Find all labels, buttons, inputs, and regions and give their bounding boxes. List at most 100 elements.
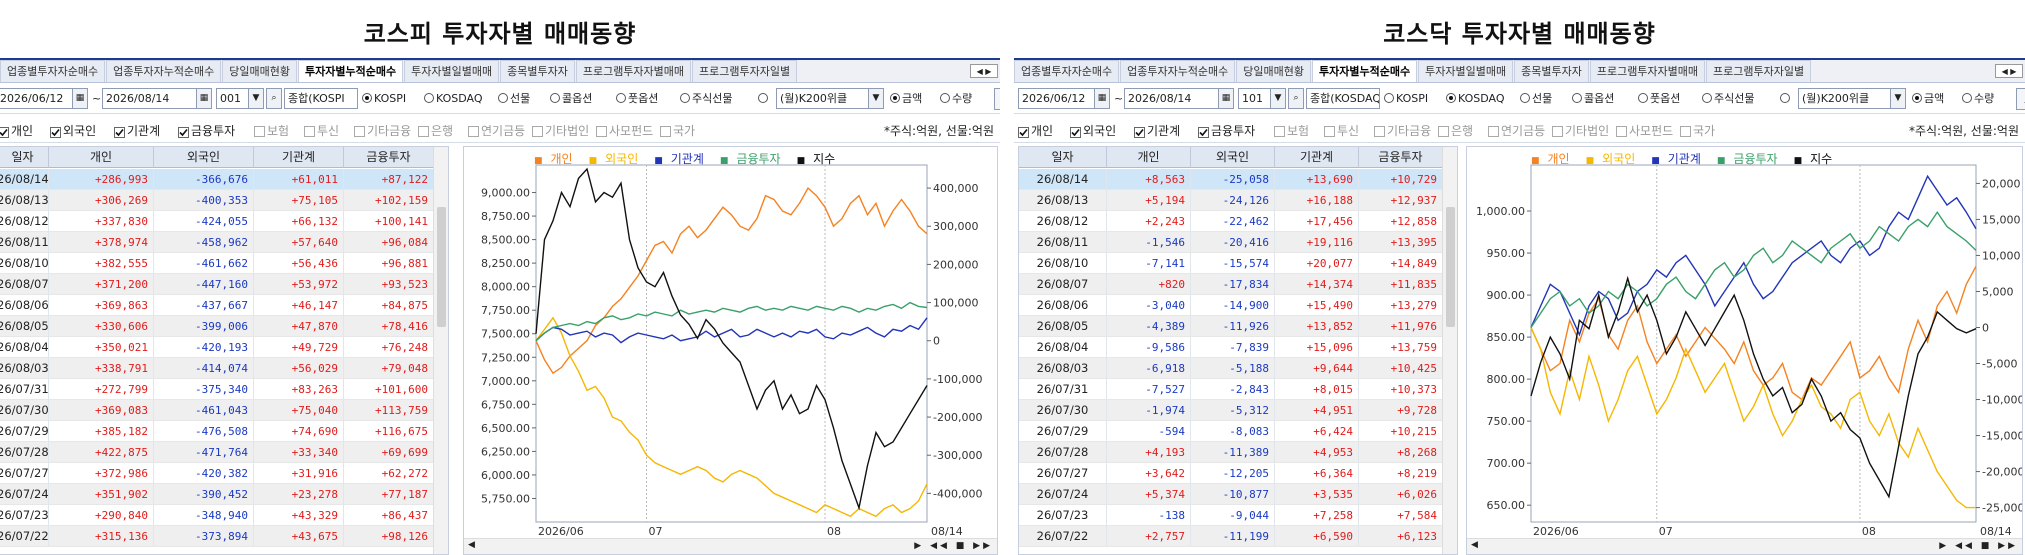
scroll-left-icon[interactable]: ◀	[468, 540, 475, 550]
table-row[interactable]: 26/08/12 +2,243 -22,462 +17,456 +12,858	[1019, 211, 1443, 232]
value-radio-amount[interactable]: 금액	[890, 88, 922, 109]
table-row[interactable]: 26/07/31 -7,527 -2,843 +8,015 +10,373	[1019, 379, 1443, 400]
investor-checkbox-2[interactable]: 기관계	[114, 122, 160, 139]
table-row[interactable]: 26/07/23 +290,840 -348,940 +43,329 +86,437	[0, 505, 434, 526]
column-header[interactable]: 외국인	[154, 147, 254, 168]
calendar-icon[interactable]: ▦	[1218, 88, 1234, 109]
tab-scroll-arrows-icon[interactable]: ◀ ▶	[970, 64, 998, 78]
tab-1[interactable]: 업종투자자누적순매수	[1120, 60, 1236, 82]
table-row[interactable]: 26/07/29 -594 -8,083 +6,424 +10,215	[1019, 421, 1443, 442]
scroll-thumb[interactable]	[1446, 207, 1455, 327]
tab-0[interactable]: 업종별투자자순매수	[1014, 60, 1120, 82]
value-radio-qty[interactable]: 수량	[1962, 88, 1994, 109]
table-row[interactable]: 26/07/29 +385,182 -476,508 +74,690 +116,675	[0, 421, 434, 442]
table-row[interactable]: 26/07/22 +2,757 -11,199 +6,590 +6,123	[1019, 526, 1443, 547]
investor-checkbox-10[interactable]: 사모펀드	[596, 122, 653, 139]
table-row[interactable]: 26/07/30 +369,083 -461,043 +75,040 +113,759	[0, 400, 434, 421]
market-radio-5[interactable]: 주식선물	[680, 88, 732, 109]
investor-checkbox-11[interactable]: 국가	[1680, 122, 1715, 139]
table-row[interactable]: 26/07/23 -138 -9,044 +7,258 +7,584	[1019, 505, 1443, 526]
market-radio-0[interactable]: KOSPI	[362, 88, 406, 109]
investor-checkbox-2[interactable]: 기관계	[1134, 122, 1180, 139]
chart-nav-buttons[interactable]: ▶ ◀◀ ■ ▶▶	[1939, 541, 2018, 551]
calendar-icon[interactable]: ▦	[196, 88, 212, 109]
table-row[interactable]: 26/08/05 -4,389 -11,926 +13,852 +11,976	[1019, 316, 1443, 337]
market-radio-0[interactable]: KOSPI	[1384, 88, 1428, 109]
calendar-icon[interactable]: ▦	[72, 88, 88, 109]
investor-checkbox-3[interactable]: 금융투자	[1198, 122, 1255, 139]
table-row[interactable]: 26/08/10 +382,555 -461,662 +56,436 +96,881	[0, 253, 434, 274]
market-radio-2[interactable]: 선물	[498, 88, 530, 109]
value-radio-qty[interactable]: 수량	[940, 88, 972, 109]
investor-checkbox-1[interactable]: 외국인	[50, 122, 96, 139]
investor-checkbox-9[interactable]: 기타법인	[532, 122, 589, 139]
table-row[interactable]: 26/08/07 +371,200 -447,160 +53,972 +93,523	[0, 274, 434, 295]
tab-4[interactable]: 투자자별일별매매	[1418, 60, 1514, 82]
table-row[interactable]: 26/08/04 +350,021 -420,193 +49,729 +76,248	[0, 337, 434, 358]
market-radio-4[interactable]: 풋옵션	[616, 88, 658, 109]
investor-checkbox-11[interactable]: 국가	[660, 122, 695, 139]
table-row[interactable]: 26/07/24 +5,374 -10,877 +3,535 +6,026	[1019, 484, 1443, 505]
tab-3[interactable]: 투자자별누적순매수	[1312, 60, 1418, 82]
table-row[interactable]: 26/08/13 +5,194 -24,126 +16,188 +12,937	[1019, 190, 1443, 211]
tab-1[interactable]: 업종투자자누적순매수	[106, 60, 222, 82]
tab-2[interactable]: 당일매매현황	[222, 60, 298, 82]
tab-7[interactable]: 프로그램투자자일별	[692, 60, 798, 82]
column-header[interactable]: 기관계	[1275, 147, 1359, 168]
table-row[interactable]: 26/08/11 -1,546 -20,416 +19,116 +13,395	[1019, 232, 1443, 253]
table-row[interactable]: 26/08/06 +369,863 -437,667 +46,147 +84,875	[0, 295, 434, 316]
table-row[interactable]: 26/08/07 +820 -17,834 +14,374 +11,835	[1019, 274, 1443, 295]
tab-scroll-arrows-icon[interactable]: ◀ ▶	[1995, 64, 2023, 78]
dropdown-arrow-icon[interactable]: ▼	[1270, 88, 1286, 109]
investor-checkbox-5[interactable]: 투신	[1324, 122, 1359, 139]
table-row[interactable]: 26/08/13 +306,269 -400,353 +75,105 +102,159	[0, 190, 434, 211]
table-row[interactable]: 26/08/04 -9,586 -7,839 +15,096 +13,759	[1019, 337, 1443, 358]
chart-nav-buttons[interactable]: ▶ ◀◀ ■ ▶▶	[914, 541, 993, 551]
market-radio-3[interactable]: 콜옵션	[550, 88, 592, 109]
tab-7[interactable]: 프로그램투자자일별	[1706, 60, 1812, 82]
tab-2[interactable]: 당일매매현황	[1236, 60, 1312, 82]
month-radio[interactable]	[758, 88, 770, 109]
investor-checkbox-6[interactable]: 기타금융	[1374, 122, 1431, 139]
table-row[interactable]: 26/07/28 +4,193 -11,389 +4,953 +8,268	[1019, 442, 1443, 463]
tab-4[interactable]: 투자자별일별매매	[404, 60, 500, 82]
investor-checkbox-6[interactable]: 기타금융	[354, 122, 411, 139]
table-row[interactable]: 26/07/24 +351,902 -390,452 +23,278 +77,187	[0, 484, 434, 505]
month-radio[interactable]	[1780, 88, 1792, 109]
column-header[interactable]: 금융투자	[344, 147, 434, 168]
tab-5[interactable]: 종목별투자자	[1514, 60, 1589, 82]
table-row[interactable]: 26/07/27 +3,642 -12,205 +6,364 +8,219	[1019, 463, 1443, 484]
investor-checkbox-1[interactable]: 외국인	[1070, 122, 1116, 139]
investor-checkbox-5[interactable]: 투신	[304, 122, 339, 139]
query-button[interactable]: 조회	[994, 88, 1000, 110]
investor-checkbox-8[interactable]: 연기금등	[468, 122, 525, 139]
column-header[interactable]: 개인	[1107, 147, 1191, 168]
table-row[interactable]: 26/08/05 +330,606 -399,006 +47,870 +78,416	[0, 316, 434, 337]
dropdown-arrow-icon[interactable]: ▼	[248, 88, 264, 109]
table-row[interactable]: 26/07/30 -1,974 -5,312 +4,951 +9,728	[1019, 400, 1443, 421]
column-header[interactable]: 기관계	[254, 147, 344, 168]
table-row[interactable]: 26/07/27 +372,986 -420,382 +31,916 +62,272	[0, 463, 434, 484]
investor-checkbox-3[interactable]: 금융투자	[178, 122, 235, 139]
market-radio-5[interactable]: 주식선물	[1702, 88, 1754, 109]
table-row[interactable]: 26/08/03 +338,791 -414,074 +56,029 +79,048	[0, 358, 434, 379]
column-header[interactable]: 일자	[0, 147, 49, 168]
query-button[interactable]: 조회	[2016, 88, 2025, 110]
investor-checkbox-7[interactable]: 은행	[1438, 122, 1473, 139]
market-radio-4[interactable]: 풋옵션	[1638, 88, 1680, 109]
investor-checkbox-4[interactable]: 보험	[254, 122, 289, 139]
scroll-thumb[interactable]	[437, 207, 446, 327]
table-row[interactable]: 26/08/10 -7,141 -15,574 +20,077 +14,849	[1019, 253, 1443, 274]
tab-3[interactable]: 투자자별누적순매수	[298, 60, 404, 82]
investor-checkbox-7[interactable]: 은행	[418, 122, 453, 139]
table-row[interactable]: 26/08/11 +378,974 -458,962 +57,640 +96,084	[0, 232, 434, 253]
column-header[interactable]: 개인	[49, 147, 154, 168]
market-radio-2[interactable]: 선물	[1520, 88, 1552, 109]
tab-6[interactable]: 프로그램투자자별매매	[575, 60, 692, 82]
dropdown-arrow-icon[interactable]: ▼	[868, 88, 884, 109]
table-row[interactable]: 26/08/06 -3,040 -14,900 +15,490 +13,279	[1019, 295, 1443, 316]
tab-6[interactable]: 프로그램투자자별매매	[1589, 60, 1706, 82]
market-radio-3[interactable]: 콜옵션	[1572, 88, 1614, 109]
column-header[interactable]: 금융투자	[1359, 147, 1443, 168]
search-icon[interactable]: ⌕	[266, 88, 282, 109]
